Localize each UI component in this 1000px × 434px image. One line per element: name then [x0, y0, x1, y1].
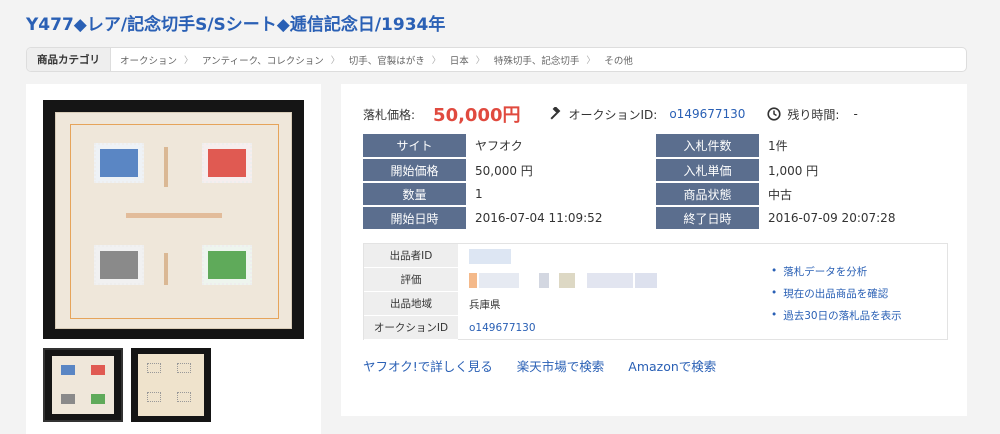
remaining-time-value: - [853, 107, 858, 121]
remaining-time-label: 残り時間: [787, 107, 840, 122]
seller-links: • 落札データを分析 • 現在の出品商品を確認 • 過去30日の落札品を表示 [771, 260, 902, 326]
image-panel [26, 84, 321, 434]
breadcrumb-item[interactable]: 特殊切手、記念切手〉 [485, 53, 596, 67]
sheet-inscription [164, 253, 168, 285]
breadcrumb-item-label[interactable]: オークション [120, 53, 177, 67]
current-listings-link[interactable]: • 現在の出品商品を確認 [771, 282, 902, 304]
amazon-search-link[interactable]: Amazonで検索 [628, 356, 716, 375]
stamp-blue [94, 143, 144, 183]
auction-id-link[interactable]: o149677130 [669, 107, 745, 121]
clock-icon [767, 107, 782, 121]
breadcrumb-item[interactable]: オークション〉 [111, 53, 193, 67]
chevron-right-icon: 〉 [431, 56, 441, 66]
breadcrumb-item-label[interactable]: 切手、官製はがき [349, 53, 425, 67]
auction-id-label: オークションID: [568, 107, 658, 122]
stamp-sheet-image [55, 112, 292, 329]
table-cell: ヤフオク [466, 134, 656, 159]
chevron-right-icon: 〉 [475, 56, 485, 66]
breadcrumb-item[interactable]: その他 [595, 53, 633, 67]
bullet-icon: • [771, 287, 778, 299]
seller-id-value[interactable] [458, 248, 513, 264]
seller-region-label: 出品地域 [364, 292, 458, 316]
seller-region-value: 兵庫県 [469, 298, 501, 311]
stamp-red [202, 143, 252, 183]
breadcrumb-item-label[interactable]: 特殊切手、記念切手 [494, 53, 580, 67]
bullet-icon: • [771, 309, 778, 321]
analyze-winning-data-link[interactable]: • 落札データを分析 [771, 260, 902, 282]
table-cell: 1,000 円 [759, 158, 948, 183]
breadcrumb-item-label[interactable]: その他 [604, 53, 633, 67]
past-30-days-link[interactable]: • 過去30日の落札品を表示 [771, 304, 902, 326]
price-row: 落札価格: 50,000円 オークションID: o149677130 残り時間:… [363, 102, 858, 126]
breadcrumb-item[interactable]: アンティーク、コレクション〉 [193, 53, 340, 67]
seller-auction-id-label: オークションID [364, 316, 458, 340]
stamp-gray [94, 245, 144, 285]
chevron-right-icon: 〉 [586, 56, 596, 66]
table-cell: 1 [466, 182, 656, 207]
chevron-right-icon: 〉 [330, 56, 340, 66]
breadcrumb: 商品カテゴリ オークション〉 アンティーク、コレクション〉 切手、官製はがき〉 … [26, 47, 967, 72]
redacted-text [635, 272, 657, 288]
table-row: サイト ヤフオク 入札件数 1件 [363, 134, 948, 159]
table-header-cell: 商品状態 [656, 182, 759, 207]
redacted-text [469, 248, 511, 264]
sheet-inscription [164, 147, 168, 187]
page-title: Y477◆レア/記念切手S/Sシート◆逓信記念日/1934年 [26, 15, 446, 35]
breadcrumb-item-label[interactable]: アンティーク、コレクション [202, 53, 324, 67]
breadcrumb-item-label[interactable]: 日本 [450, 53, 469, 67]
table-cell: 2016-07-09 20:07:28 [759, 206, 948, 231]
redacted-text [587, 272, 633, 288]
seller-id-label: 出品者ID [364, 244, 458, 268]
breadcrumb-item[interactable]: 切手、官製はがき〉 [340, 53, 441, 67]
link-label[interactable]: 現在の出品商品を確認 [783, 286, 888, 301]
redacted-text [559, 272, 575, 288]
breadcrumb-head: 商品カテゴリ [27, 48, 111, 71]
thumbnail-2[interactable] [131, 348, 211, 422]
redacted-text [539, 272, 549, 288]
link-label[interactable]: 落札データを分析 [783, 264, 867, 279]
table-header-cell: 開始価格 [363, 158, 466, 183]
sheet-inscription [126, 213, 222, 218]
table-header-cell: 開始日時 [363, 206, 466, 231]
table-cell: 2016-07-04 11:09:52 [466, 206, 656, 231]
detail-panel: 落札価格: 50,000円 オークションID: o149677130 残り時間:… [341, 84, 967, 416]
table-cell: 50,000 円 [466, 158, 656, 183]
seller-auction-id-link[interactable]: o149677130 [458, 322, 536, 334]
external-links: ヤフオク!で詳しく見る 楽天市場で検索 Amazonで検索 [363, 356, 740, 375]
bullet-icon: • [771, 265, 778, 277]
main-product-image[interactable] [43, 100, 304, 339]
breadcrumb-item[interactable]: 日本〉 [441, 53, 485, 67]
info-table: サイト ヤフオク 入札件数 1件 開始価格 50,000 円 入札単価 1,00… [363, 134, 948, 231]
seller-info-box: 出品者ID 評価 出品地域 兵庫県 オークションID o149677130 • … [363, 243, 948, 340]
stamp-green [202, 245, 252, 285]
table-header-cell: 入札件数 [656, 134, 759, 159]
table-header-cell: サイト [363, 134, 466, 159]
table-cell: 中古 [759, 182, 948, 207]
redacted-text [469, 272, 477, 288]
yahoo-auction-detail-link[interactable]: ヤフオク!で詳しく見る [363, 356, 493, 375]
table-header-cell: 終了日時 [656, 206, 759, 231]
table-cell: 1件 [759, 134, 948, 159]
price-label: 落札価格: [363, 107, 416, 122]
redacted-text [479, 272, 519, 288]
seller-rating-label: 評価 [364, 268, 458, 292]
rakuten-search-link[interactable]: 楽天市場で検索 [517, 356, 605, 375]
gavel-icon [549, 107, 560, 120]
table-row: 数量 1 商品状態 中古 [363, 182, 948, 207]
seller-rating-value [458, 272, 659, 288]
thumbnail-1[interactable] [43, 348, 123, 422]
table-header-cell: 入札単価 [656, 158, 759, 183]
chevron-right-icon: 〉 [184, 56, 194, 66]
table-header-cell: 数量 [363, 182, 466, 207]
link-label[interactable]: 過去30日の落札品を表示 [783, 308, 901, 323]
table-row: 開始日時 2016-07-04 11:09:52 終了日時 2016-07-09… [363, 206, 948, 231]
table-row: 開始価格 50,000 円 入札単価 1,000 円 [363, 158, 948, 183]
price-value: 50,000円 [433, 105, 521, 126]
